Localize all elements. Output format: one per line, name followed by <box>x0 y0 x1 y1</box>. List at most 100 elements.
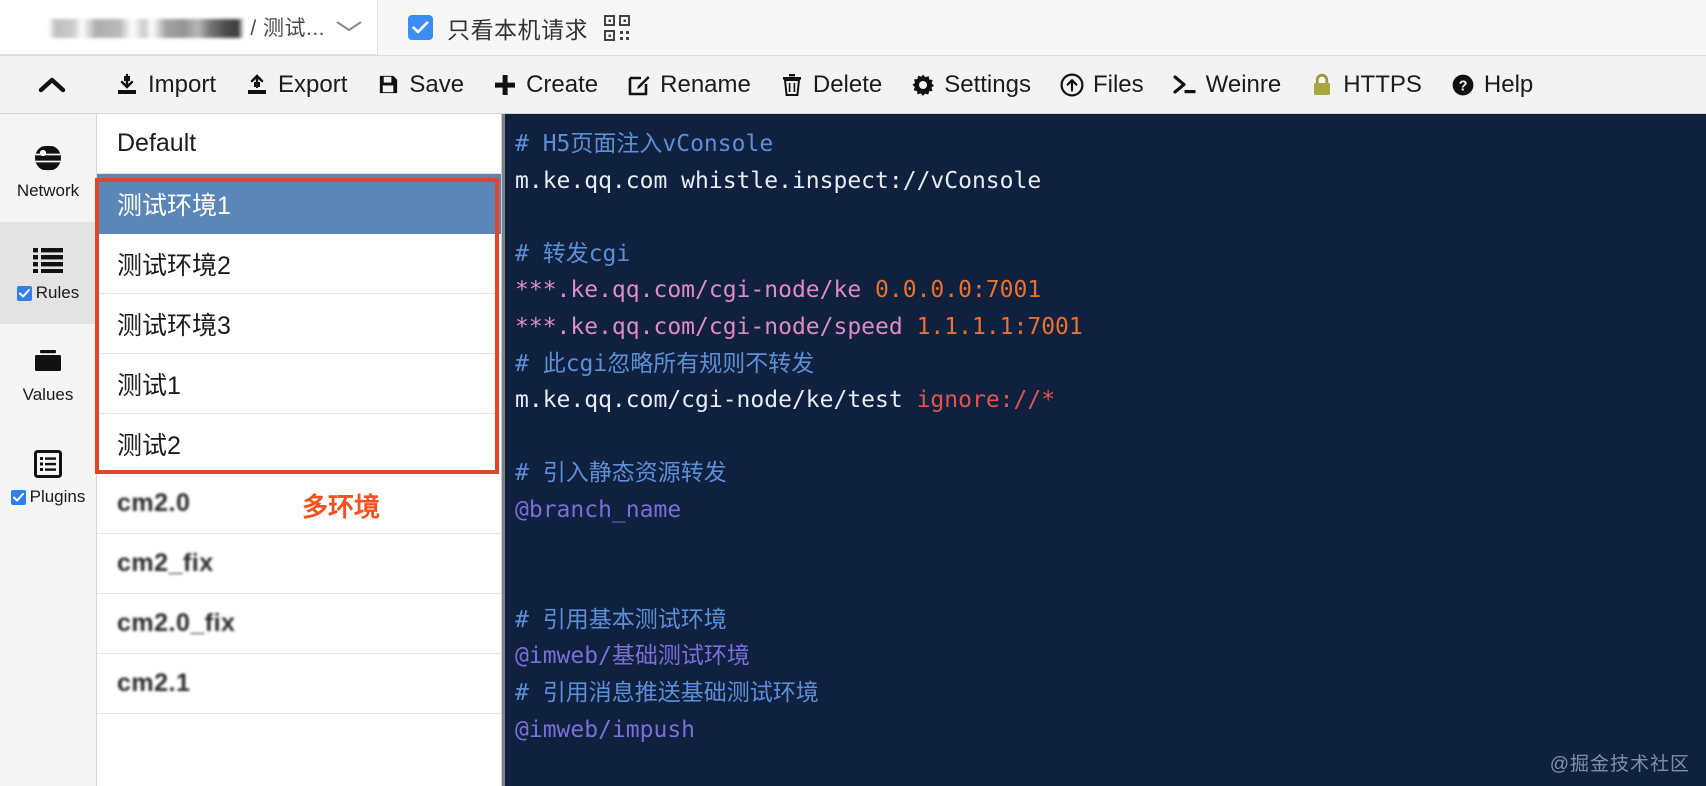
save-label: Save <box>409 70 465 98</box>
code-token: @imweb/基础测试环境 <box>515 643 750 670</box>
rule-list-item[interactable]: cm2.1 <box>97 654 501 714</box>
code-token: m.ke.qq.com whistle.inspect://vConsole <box>515 167 1042 194</box>
top-bar-controls: 只看本机请求 <box>378 0 1706 55</box>
code-token: ***.ke.qq.com/cgi-node/ke <box>515 277 876 304</box>
weinre-label: Weinre <box>1205 70 1282 98</box>
sidebar-item-values-label: Values <box>22 385 74 404</box>
code-token: # 引用基本测试环境 <box>515 606 727 633</box>
svg-text:?: ? <box>1458 78 1467 94</box>
save-button[interactable]: Save <box>361 56 478 113</box>
files-button[interactable]: Files <box>1045 56 1158 113</box>
code-token: m.ke.qq.com/cgi-node/ke/test <box>515 387 917 414</box>
code-line: # 引用基本测试环境 <box>515 602 1706 639</box>
sidebar-item-values[interactable]: Values <box>0 324 96 426</box>
rename-button[interactable]: Rename <box>612 56 765 113</box>
code-line: ***.ke.qq.com/cgi-node/speed 1.1.1.1:700… <box>515 309 1706 346</box>
delete-label: Delete <box>812 70 883 98</box>
create-button[interactable]: Create <box>478 56 612 113</box>
sidebar-item-rules[interactable]: Rules <box>0 222 96 324</box>
main-content: Network Rules Values Plugins Default 测试环… <box>0 114 1706 786</box>
sidebar-plugins-checkbox[interactable] <box>10 489 26 505</box>
rule-list-item[interactable]: 测试环境2 <box>97 234 501 294</box>
rule-list-item[interactable]: 测试1 <box>97 354 501 414</box>
rule-list-item[interactable]: cm2.0_fix <box>97 594 501 654</box>
files-label: Files <box>1092 70 1144 98</box>
rule-list-item[interactable]: cm2.0 <box>97 474 501 534</box>
export-icon <box>244 72 270 98</box>
https-button[interactable]: HTTPS <box>1295 56 1436 113</box>
qr-code-icon[interactable] <box>604 14 630 41</box>
folder-icon <box>33 345 63 379</box>
rule-editor-code[interactable]: # H5页面注入vConsole m.ke.qq.com whistle.insp… <box>505 114 1706 748</box>
code-token: 1.1.1.1:7001 <box>916 313 1083 340</box>
code-line: # H5页面注入vConsole <box>515 126 1706 163</box>
code-line: # 引用消息推送基础测试环境 <box>515 675 1706 712</box>
delete-button[interactable]: Delete <box>765 56 896 113</box>
code-token: @imweb/impush <box>515 716 696 743</box>
code-token: @branch_name <box>515 496 682 523</box>
plus-icon <box>492 72 518 98</box>
settings-label: Settings <box>944 70 1031 98</box>
globe-icon <box>33 141 63 175</box>
account-env-selector[interactable]: / 测试... <box>0 0 378 55</box>
account-env-label: / 测试... <box>250 17 325 40</box>
rule-list-item[interactable]: 测试2 <box>97 414 501 474</box>
list-icon <box>33 243 63 277</box>
code-line: @imweb/基础测试环境 <box>515 638 1706 675</box>
rule-list-item-label: 测试环境2 <box>117 251 231 280</box>
weinre-button[interactable]: Weinre <box>1158 56 1296 113</box>
sidebar-plugins-labelrow: Plugins <box>10 487 86 507</box>
rule-list-item[interactable]: 测试环境1 <box>97 174 501 234</box>
terminal-icon <box>1172 72 1198 98</box>
code-token: ignore://* <box>916 387 1056 414</box>
rule-list-item-label: cm2_fix <box>117 549 214 577</box>
code-token: ***.ke.qq.com/cgi-node/speed <box>515 313 917 340</box>
code-line: # 引入静态资源转发 <box>515 455 1706 492</box>
rule-editor[interactable]: # H5页面注入vConsole m.ke.qq.com whistle.insp… <box>502 114 1706 786</box>
import-icon <box>114 72 140 98</box>
sidebar-item-network[interactable]: Network <box>0 120 96 222</box>
local-only-checkbox[interactable] <box>408 15 433 40</box>
export-button[interactable]: Export <box>230 56 361 113</box>
sidebar-rules-labelrow: Rules <box>16 283 79 303</box>
plugin-list-icon <box>34 447 62 481</box>
rule-list-item[interactable]: Default <box>97 114 501 174</box>
help-button[interactable]: ? Help <box>1436 56 1547 113</box>
account-name-masked <box>48 18 245 38</box>
watermark: @掘金技术社区 <box>1549 754 1690 775</box>
rules-list[interactable]: Default 测试环境1 测试环境2 测试环境3 测试1 测试2 cm2.0 cm2_fix… <box>97 114 502 786</box>
create-label: Create <box>526 70 599 98</box>
left-sidebar: Network Rules Values Plugins <box>0 114 97 786</box>
rule-list-item-label: cm2.1 <box>117 669 191 697</box>
import-button[interactable]: Import <box>100 56 230 113</box>
sidebar-item-network-label: Network <box>16 181 80 200</box>
code-token: # 转发cgi <box>515 240 631 267</box>
rule-list-item[interactable]: 测试环境3 <box>97 294 501 354</box>
local-only-label: 只看本机请求 <box>447 16 588 43</box>
chevron-down-icon <box>334 19 364 36</box>
top-bar: / 测试... 只看本机请求 <box>0 0 1706 56</box>
rule-list-item-label: Default <box>117 129 197 157</box>
lock-icon <box>1309 72 1335 98</box>
settings-button[interactable]: Settings <box>896 56 1045 113</box>
code-line: ***.ke.qq.com/cgi-node/ke 0.0.0.0:7001 <box>515 272 1706 309</box>
code-line: m.ke.qq.com whistle.inspect://vConsole <box>515 163 1706 200</box>
code-line: @imweb/impush <box>515 712 1706 749</box>
sidebar-item-plugins[interactable]: Plugins <box>0 426 96 528</box>
trash-icon <box>779 72 805 98</box>
code-token: # 引用消息推送基础测试环境 <box>515 679 819 706</box>
sidebar-item-plugins-label: Plugins <box>29 487 86 506</box>
rule-list-item-label: 测试环境1 <box>117 191 231 220</box>
sidebar-rules-checkbox[interactable] <box>16 285 32 301</box>
code-token: # H5页面注入vConsole <box>515 131 774 157</box>
rule-list-item-label: cm2.0_fix <box>117 609 236 637</box>
help-label: Help <box>1483 70 1534 98</box>
rule-list-item[interactable]: cm2_fix <box>97 534 501 594</box>
collapse-toolbar-button[interactable] <box>4 56 100 113</box>
rule-list-item-label: 测试1 <box>117 371 181 400</box>
https-label: HTTPS <box>1343 70 1422 98</box>
